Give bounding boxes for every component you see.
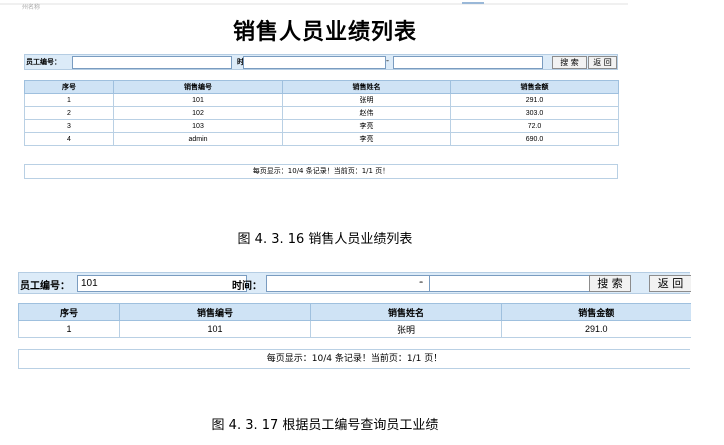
figure-caption: 图 4. 3. 17 根据员工编号查询员工业绩 (211, 418, 439, 433)
time-label: 时间： (232, 281, 262, 292)
column-header-sales-amount: 销售金额 (501, 303, 691, 321)
time-to-input[interactable] (429, 275, 601, 292)
column-header-sales-name: 销售姓名 (310, 303, 502, 321)
cell-sales-amount: 291.0 (501, 320, 691, 338)
employee-id-label: 员工编号： (20, 281, 70, 292)
table-row[interactable]: 1 101 张明 291.0 (18, 320, 691, 338)
search-bar: 员工编号： 101 时间： -- 搜 索 返 回 (18, 272, 691, 294)
employee-id-input[interactable]: 101 (77, 275, 247, 292)
column-header-sales-id: 销售编号 (119, 303, 311, 321)
back-button[interactable]: 返 回 (649, 275, 691, 292)
sales-table: 序号 销售编号 销售姓名 销售金额 1 101 张明 291.0 (18, 303, 691, 338)
pagination-info: 每页显示：10/4 条记录！当前页：1/1 页！ (18, 349, 690, 369)
figure-query-by-employee: 员工编号： 101 时间： -- 搜 索 返 回 序号 销售编号 销售姓名 销售… (0, 0, 724, 445)
time-from-input[interactable] (266, 275, 438, 292)
table-header-row: 序号 销售编号 销售姓名 销售金额 (18, 303, 691, 321)
cell-sales-name: 张明 (310, 320, 502, 338)
cell-sales-id: 101 (119, 320, 311, 338)
time-range-separator: -- (419, 277, 424, 288)
column-header-index: 序号 (18, 303, 120, 321)
search-button[interactable]: 搜 索 (589, 275, 631, 292)
cell-index: 1 (18, 320, 120, 338)
